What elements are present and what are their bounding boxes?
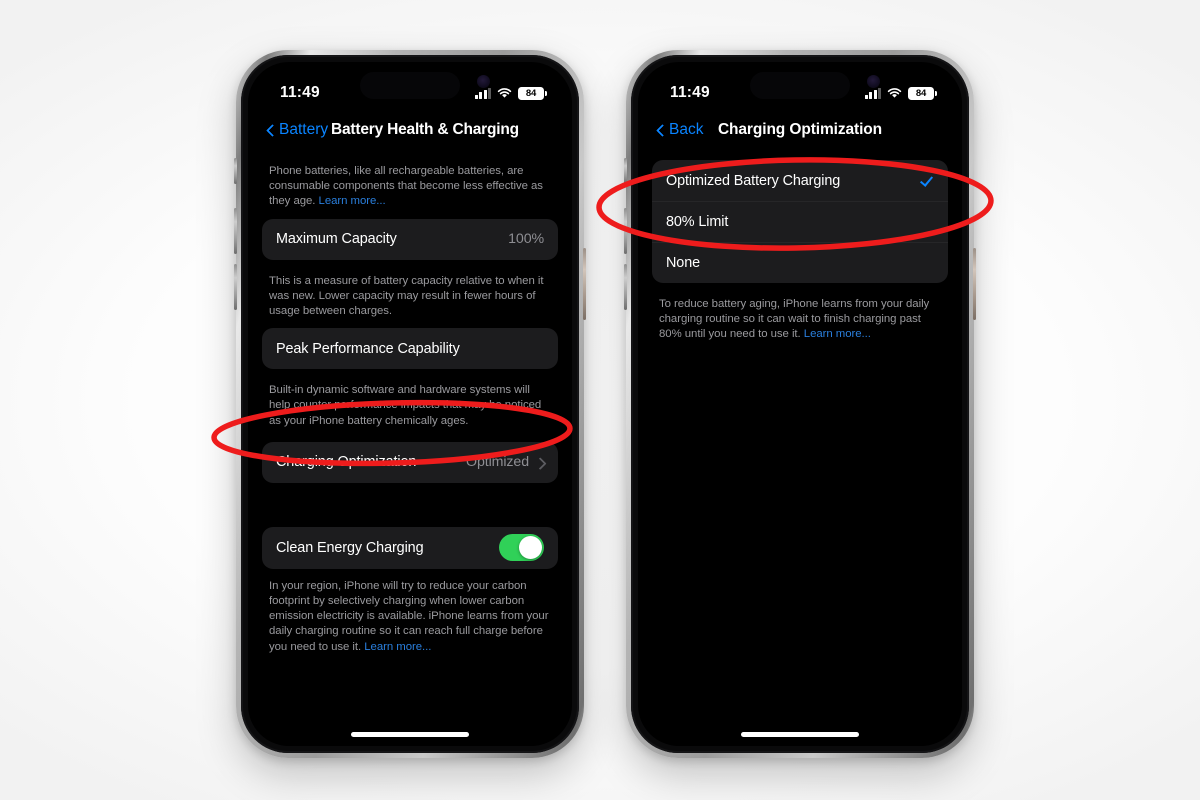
row-peak-performance[interactable]: Peak Performance Capability (262, 328, 558, 369)
chevron-left-icon-right (656, 123, 665, 138)
back-label: Battery (279, 121, 329, 138)
mute-switch-right[interactable] (624, 158, 627, 184)
clean-energy-label: Clean Energy Charging (276, 539, 424, 556)
nav-bar-right: Back Charging Optimization (638, 110, 962, 150)
intro-learn-more-link[interactable]: Learn more... (319, 195, 386, 207)
checkmark-icon (919, 173, 934, 188)
wifi-icon (497, 87, 512, 99)
charging-optimization-value-wrap: Optimized (466, 454, 544, 470)
option-label: 80% Limit (666, 213, 729, 230)
home-indicator-right[interactable] (741, 732, 859, 737)
screenshot-canvas: 11:49 84 Battery Battery Health & Chargi… (0, 0, 1200, 800)
volume-down-button-right[interactable] (624, 264, 627, 310)
back-label-right: Back (669, 121, 704, 138)
iphone-left-screen: 11:49 84 Battery Battery Health & Chargi… (248, 62, 572, 746)
clean-energy-footnote: In your region, iPhone will try to reduc… (262, 569, 558, 664)
charging-optimization-label: Charging Optimization (276, 454, 417, 471)
volume-up-button[interactable] (234, 208, 237, 254)
charging-options-learn-more-link[interactable]: Learn more... (804, 328, 871, 340)
status-bar-right: 11:49 84 (638, 62, 962, 110)
power-button[interactable] (583, 248, 586, 320)
power-button-right[interactable] (973, 248, 976, 320)
row-clean-energy-charging[interactable]: Clean Energy Charging (262, 527, 558, 569)
charging-options-footnote-text: To reduce battery aging, iPhone learns f… (659, 298, 930, 341)
mute-switch[interactable] (234, 158, 237, 184)
charging-options-group: Optimized Battery Charging 80% Limit Non… (652, 160, 948, 283)
iphone-left-bezel: 11:49 84 Battery Battery Health & Chargi… (241, 55, 579, 753)
cellular-bars-icon-right (864, 87, 881, 99)
status-time-right: 11:49 (670, 84, 710, 101)
status-indicators: 84 (474, 86, 547, 100)
cellular-bars-icon (474, 87, 491, 99)
iphone-left: 11:49 84 Battery Battery Health & Chargi… (234, 50, 586, 758)
charging-optimization-group: Charging Optimization Optimized (262, 441, 558, 483)
maximum-capacity-group: Maximum Capacity 100% (262, 218, 558, 260)
volume-down-button[interactable] (234, 264, 237, 310)
option-label: None (666, 254, 701, 271)
option-optimized-battery-charging[interactable]: Optimized Battery Charging (652, 160, 948, 201)
battery-icon: 84 (518, 86, 547, 100)
clean-energy-toggle[interactable] (499, 534, 544, 562)
intro-footnote: Phone batteries, like all rechargeable b… (262, 150, 558, 219)
status-time: 11:49 (280, 84, 320, 101)
clean-energy-group: Clean Energy Charging (262, 526, 558, 569)
maximum-capacity-label: Maximum Capacity (276, 231, 397, 248)
peak-performance-footnote: Built-in dynamic software and hardware s… (269, 384, 542, 427)
settings-content-right: Optimized Battery Charging 80% Limit Non… (638, 150, 962, 746)
peak-performance-label: Peak Performance Capability (276, 340, 460, 357)
status-indicators-right: 84 (864, 86, 937, 100)
settings-content-left: Phone batteries, like all rechargeable b… (248, 150, 572, 746)
row-charging-optimization[interactable]: Charging Optimization Optimized (262, 442, 558, 483)
battery-level-label-right: 84 (915, 87, 927, 99)
chevron-left-icon (266, 123, 275, 138)
page-title: Battery Health & Charging (331, 121, 519, 138)
battery-level-label: 84 (525, 87, 537, 99)
volume-up-button-right[interactable] (624, 208, 627, 254)
capacity-footnote: This is a measure of battery capacity re… (269, 274, 544, 318)
row-maximum-capacity[interactable]: Maximum Capacity 100% (262, 219, 558, 260)
battery-icon-right: 84 (908, 86, 937, 100)
toggle-knob (518, 535, 543, 560)
nav-bar-left: Battery Battery Health & Charging (248, 110, 572, 150)
chevron-right-icon (536, 456, 544, 469)
maximum-capacity-value: 100% (508, 231, 544, 248)
charging-options-footnote: To reduce battery aging, iPhone learns f… (652, 283, 948, 352)
option-80-percent-limit[interactable]: 80% Limit (652, 201, 948, 242)
back-to-battery-button[interactable]: Battery (266, 121, 328, 139)
clean-energy-learn-more-link[interactable]: Learn more... (364, 641, 431, 653)
back-button[interactable]: Back (656, 121, 703, 139)
wifi-icon-right (887, 87, 902, 99)
option-label: Optimized Battery Charging (666, 172, 841, 189)
home-indicator[interactable] (351, 732, 469, 737)
iphone-right-bezel: 11:49 84 Back Charging Optimization Opti… (631, 55, 969, 753)
option-none[interactable]: None (652, 242, 948, 283)
status-bar-left: 11:49 84 (248, 62, 572, 110)
charging-optimization-value: Optimized (466, 454, 529, 471)
iphone-right: 11:49 84 Back Charging Optimization Opti… (624, 50, 976, 758)
intro-text: Phone batteries, like all rechargeable b… (269, 165, 543, 208)
peak-performance-group: Peak Performance Capability (262, 328, 558, 370)
iphone-right-screen: 11:49 84 Back Charging Optimization Opti… (638, 62, 962, 746)
